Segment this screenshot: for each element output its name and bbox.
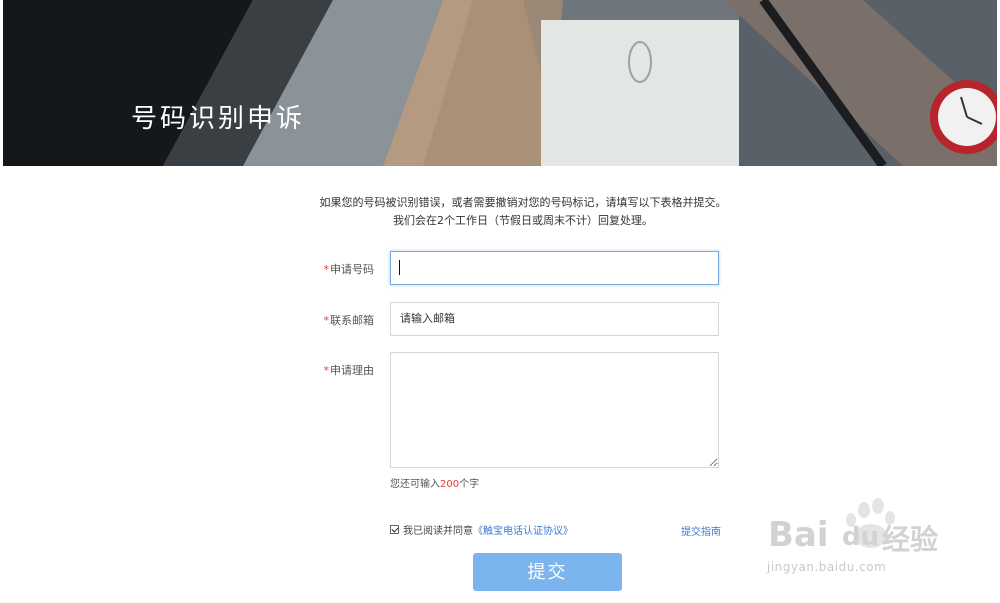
- submit-button[interactable]: 提交: [473, 553, 622, 591]
- char-counter: 您还可输入200个字: [390, 475, 479, 490]
- counter-remaining: 200: [440, 479, 460, 490]
- submit-guide-link[interactable]: 提交指南: [681, 523, 721, 538]
- required-mark: *: [323, 314, 330, 327]
- watermark-brand-right: du: [842, 522, 880, 552]
- required-mark: *: [323, 263, 330, 276]
- counter-prefix: 您还可输入: [390, 479, 440, 490]
- intro-line-2: 我们会在2个工作日（节假日或周末不计）回复处理。: [393, 214, 653, 227]
- phone-input[interactable]: [390, 251, 719, 285]
- agreement-checkbox[interactable]: [390, 525, 399, 534]
- reason-textarea[interactable]: [390, 352, 719, 468]
- agreement-text: 我已阅读并同意: [403, 526, 473, 537]
- header-banner: 号码识别申诉: [3, 0, 997, 166]
- counter-suffix: 个字: [459, 479, 480, 490]
- required-mark: *: [323, 364, 330, 377]
- agreement-row: 我已阅读并同意 《触宝电话认证协议》: [390, 522, 573, 537]
- email-label-text: 联系邮箱: [330, 314, 374, 327]
- text-cursor: [399, 260, 400, 275]
- email-label: *联系邮箱: [0, 312, 375, 328]
- reason-label-text: 申请理由: [330, 364, 374, 377]
- email-input[interactable]: [390, 302, 719, 336]
- intro-line-1: 如果您的号码被识别错误，或者需要撤销对您的号码标记，请填写以下表格并提交。: [319, 196, 727, 209]
- agreement-link[interactable]: 《触宝电话认证协议》: [473, 522, 573, 537]
- phone-label: *申请号码: [0, 261, 375, 277]
- reason-label: *申请理由: [0, 362, 375, 378]
- phone-label-text: 申请号码: [330, 263, 374, 276]
- watermark-url: jingyan.baidu.com: [767, 560, 887, 574]
- watermark-brand-left: Bai: [768, 515, 829, 555]
- watermark-brand-cn: 经验: [882, 523, 939, 556]
- banner-background-image: [3, 0, 997, 166]
- page-title: 号码识别申诉: [131, 104, 306, 134]
